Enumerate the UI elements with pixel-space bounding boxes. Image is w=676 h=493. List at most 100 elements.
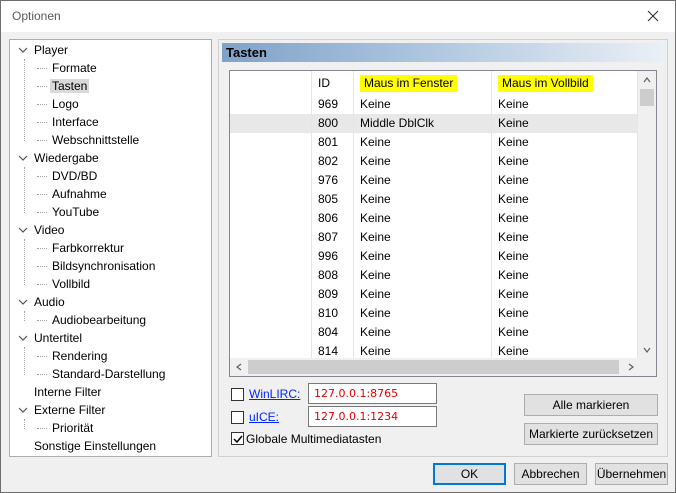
options-tree[interactable]: Player Formate Tasten Logo Interface Webschni…: [9, 39, 212, 457]
row-blank-cell[interactable]: [230, 133, 312, 152]
chevron-down-icon[interactable]: [17, 329, 29, 347]
chevron-down-icon[interactable]: [17, 401, 29, 419]
row-blank-cell[interactable]: [230, 171, 312, 190]
column-header-mouse-window[interactable]: Maus im Fenster: [354, 71, 492, 95]
tree-item-wiedergabe[interactable]: Wiedergabe: [18, 149, 101, 167]
row-mouse-window-cell[interactable]: Keine: [354, 190, 492, 209]
tree-item-sonstige-einstellungen[interactable]: Sonstige Einstellungen: [32, 437, 158, 455]
table-row[interactable]: 800 Middle DblClk Keine: [230, 114, 638, 133]
row-mouse-window-cell[interactable]: Keine: [354, 247, 492, 266]
row-blank-cell[interactable]: [230, 247, 312, 266]
row-mouse-window-cell[interactable]: Middle DblClk: [354, 114, 492, 133]
chevron-down-icon[interactable]: [17, 221, 29, 239]
winlirc-checkbox[interactable]: [231, 388, 244, 401]
reset-selected-button[interactable]: Markierte zurücksetzen: [524, 423, 658, 445]
row-mouse-fullscreen-cell[interactable]: Keine: [492, 228, 638, 247]
chevron-down-icon[interactable]: [17, 41, 29, 59]
vertical-scrollbar[interactable]: [638, 71, 656, 359]
row-mouse-window-cell[interactable]: Keine: [354, 228, 492, 247]
row-blank-cell[interactable]: [230, 266, 312, 285]
tree-item-vollbild[interactable]: Vollbild: [37, 275, 92, 293]
table-row[interactable]: 804 Keine Keine: [230, 323, 638, 342]
column-header-id[interactable]: ID: [312, 71, 354, 95]
tree-item-dvd-bd[interactable]: DVD/BD: [37, 167, 99, 185]
scroll-left-arrow-icon[interactable]: [231, 359, 247, 375]
row-id-cell[interactable]: 976: [312, 171, 354, 190]
tree-item-logo[interactable]: Logo: [37, 95, 81, 113]
global-multimedia-keys-checkbox[interactable]: [231, 432, 244, 445]
row-id-cell[interactable]: 801: [312, 133, 354, 152]
column-header-blank[interactable]: [230, 71, 312, 95]
row-mouse-fullscreen-cell[interactable]: Keine: [492, 133, 638, 152]
row-mouse-fullscreen-cell[interactable]: Keine: [492, 323, 638, 342]
table-row[interactable]: 802 Keine Keine: [230, 152, 638, 171]
row-mouse-window-cell[interactable]: Keine: [354, 171, 492, 190]
row-mouse-window-cell[interactable]: Keine: [354, 304, 492, 323]
scroll-down-arrow-icon[interactable]: [639, 342, 655, 358]
horizontal-scrollbar[interactable]: [230, 358, 656, 376]
row-blank-cell[interactable]: [230, 209, 312, 228]
tree-item-externe-filter[interactable]: Externe Filter: [18, 401, 107, 419]
row-id-cell[interactable]: 809: [312, 285, 354, 304]
chevron-down-icon[interactable]: [17, 149, 29, 167]
table-row[interactable]: 806 Keine Keine: [230, 209, 638, 228]
tree-item-interne-filter[interactable]: Interne Filter: [32, 383, 103, 401]
tree-item-aufnahme[interactable]: Aufnahme: [37, 185, 109, 203]
table-row[interactable]: 996 Keine Keine: [230, 247, 638, 266]
row-id-cell[interactable]: 807: [312, 228, 354, 247]
scroll-up-arrow-icon[interactable]: [639, 72, 655, 88]
table-row[interactable]: 809 Keine Keine: [230, 285, 638, 304]
row-id-cell[interactable]: 806: [312, 209, 354, 228]
row-mouse-fullscreen-cell[interactable]: Keine: [492, 152, 638, 171]
row-mouse-fullscreen-cell[interactable]: Keine: [492, 114, 638, 133]
row-id-cell[interactable]: 810: [312, 304, 354, 323]
row-blank-cell[interactable]: [230, 304, 312, 323]
row-mouse-fullscreen-cell[interactable]: Keine: [492, 95, 638, 114]
row-id-cell[interactable]: 969: [312, 95, 354, 114]
table-row[interactable]: 810 Keine Keine: [230, 304, 638, 323]
uice-checkbox[interactable]: [231, 411, 244, 424]
row-mouse-fullscreen-cell[interactable]: Keine: [492, 266, 638, 285]
vertical-scroll-thumb[interactable]: [640, 89, 654, 106]
table-row[interactable]: 808 Keine Keine: [230, 266, 638, 285]
tree-item-bildsynchronisation[interactable]: Bildsynchronisation: [37, 257, 157, 275]
row-mouse-window-cell[interactable]: Keine: [354, 285, 492, 304]
row-id-cell[interactable]: 805: [312, 190, 354, 209]
row-blank-cell[interactable]: [230, 190, 312, 209]
column-header-mouse-fullscreen[interactable]: Maus im Vollbild: [492, 71, 638, 95]
winlirc-address-field[interactable]: 127.0.0.1:8765: [308, 383, 437, 404]
row-id-cell[interactable]: 802: [312, 152, 354, 171]
row-blank-cell[interactable]: [230, 152, 312, 171]
select-all-button[interactable]: Alle markieren: [524, 394, 658, 416]
tree-item-priorität[interactable]: Priorität: [37, 419, 95, 437]
table-row[interactable]: 976 Keine Keine: [230, 171, 638, 190]
scroll-right-arrow-icon[interactable]: [623, 359, 639, 375]
close-button[interactable]: [631, 1, 675, 31]
row-blank-cell[interactable]: [230, 323, 312, 342]
row-id-cell[interactable]: 996: [312, 247, 354, 266]
tree-item-formate[interactable]: Formate: [37, 59, 99, 77]
winlirc-link[interactable]: WinLIRC:: [249, 387, 300, 401]
row-blank-cell[interactable]: [230, 114, 312, 133]
key-table[interactable]: ID Maus im Fenster Maus im Vollbild 969 K…: [229, 70, 657, 377]
row-mouse-fullscreen-cell[interactable]: Keine: [492, 247, 638, 266]
table-row[interactable]: 805 Keine Keine: [230, 190, 638, 209]
uice-link[interactable]: uICE:: [249, 410, 279, 424]
apply-button[interactable]: Übernehmen: [595, 463, 668, 485]
tree-item-farbkorrektur[interactable]: Farbkorrektur: [37, 239, 126, 257]
row-id-cell[interactable]: 808: [312, 266, 354, 285]
row-mouse-window-cell[interactable]: Keine: [354, 209, 492, 228]
tree-item-youtube[interactable]: YouTube: [37, 203, 101, 221]
row-mouse-fullscreen-cell[interactable]: Keine: [492, 304, 638, 323]
chevron-down-icon[interactable]: [17, 293, 29, 311]
row-mouse-fullscreen-cell[interactable]: Keine: [492, 190, 638, 209]
tree-item-tasten[interactable]: Tasten: [37, 77, 90, 95]
tree-item-video[interactable]: Video: [18, 221, 66, 239]
row-id-cell[interactable]: 800: [312, 114, 354, 133]
row-mouse-window-cell[interactable]: Keine: [354, 152, 492, 171]
row-mouse-window-cell[interactable]: Keine: [354, 266, 492, 285]
table-row[interactable]: 801 Keine Keine: [230, 133, 638, 152]
tree-item-standard-darstellung[interactable]: Standard-Darstellung: [37, 365, 167, 383]
row-blank-cell[interactable]: [230, 228, 312, 247]
cancel-button[interactable]: Abbrechen: [514, 463, 587, 485]
